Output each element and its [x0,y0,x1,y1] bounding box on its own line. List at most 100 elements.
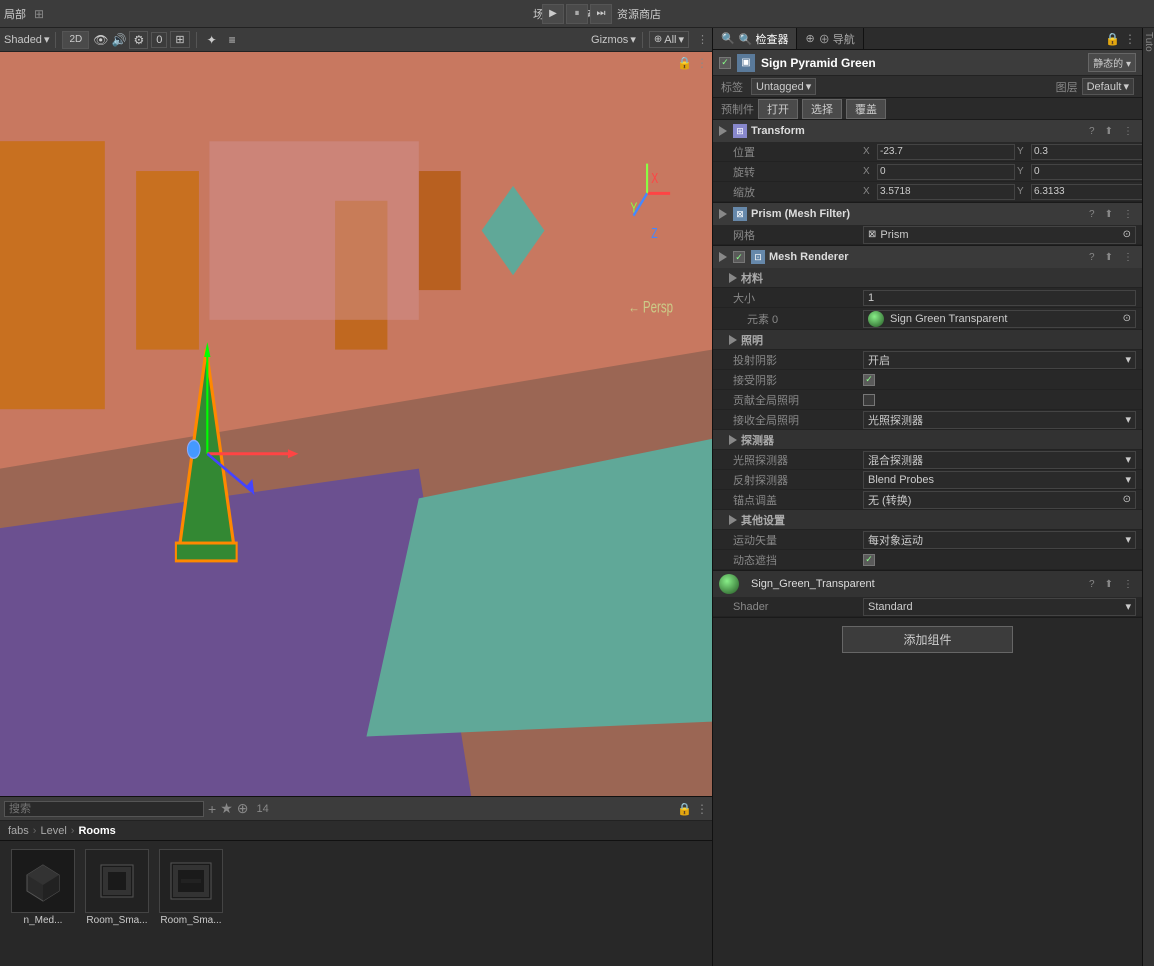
object-header: ▣ Sign Pyramid Green 静态的 ▾ [713,50,1142,76]
inspector-label: 🔍 检查器 [739,31,789,47]
all-dropdown[interactable]: ⊕ All ▾ [649,31,689,48]
gizmos-dropdown[interactable]: Gizmos ▾ [591,33,636,46]
meshrenderer-settings-btn[interactable]: ⬆ [1102,251,1116,264]
layer-dropdown[interactable]: Default ▾ [1082,78,1134,95]
transform-menu-btn[interactable]: ⋮ [1120,125,1136,138]
scale-y-input[interactable] [1031,184,1142,200]
play-button[interactable]: ▶ [542,4,564,24]
mesh-target-icon[interactable]: ⊙ [1123,229,1131,240]
light-probe-dropdown[interactable]: 混合探测器 ▾ [863,451,1136,469]
tab-inspector[interactable]: 🔍 🔍 检查器 [713,28,797,49]
list-item[interactable]: Room_Sma... [82,849,152,926]
pos-y-input[interactable] [1031,144,1142,160]
lock3-icon[interactable]: 🔒 [1105,32,1120,46]
lock2-icon[interactable]: 🔒 [677,802,692,816]
mat-size-input[interactable] [863,290,1136,306]
more-scene-icon[interactable]: ⋮ [696,56,708,70]
receive-gi-label: 接收全局照明 [733,412,863,428]
transform-help-btn[interactable]: ? [1086,125,1098,138]
mesh-dropdown[interactable]: ⊠ Prism ⊙ [863,226,1136,244]
material-target-btn[interactable]: ⊙ [1123,313,1131,324]
shader-row: Shader Standard ▾ [713,597,1142,617]
scale-label: 缩放 [733,184,863,200]
bc-level[interactable]: Level [40,825,66,837]
meshrenderer-header[interactable]: ⊡ Mesh Renderer ? ⬆ ⋮ [713,246,1142,268]
main-layout: Shaded ▾ 2D 👁 🔊 ⚙ 0 ⊞ ✦ ≡ Gizmos ▾ [0,28,1154,966]
meshrenderer-menu-btn[interactable]: ⋮ [1120,251,1136,264]
more2-icon[interactable]: ⋮ [696,802,708,816]
tag-dropdown[interactable]: Untagged ▾ [751,78,816,95]
grid-view-icon[interactable]: ⊞ [170,31,189,48]
rot-y-input[interactable] [1031,164,1142,180]
receive-gi-dropdown[interactable]: 光照探测器 ▾ [863,411,1136,429]
rot-x-input[interactable] [877,164,1015,180]
2d-button[interactable]: 2D [62,31,89,49]
scale-x-input[interactable] [877,184,1015,200]
more3-icon[interactable]: ⋮ [1124,32,1136,46]
scene-view[interactable]: ← Persp X Y Z 🔒 ⋮ [0,52,712,796]
prefab-open-button[interactable]: 打开 [758,99,798,119]
other-subheader[interactable]: 其他设置 [713,510,1142,530]
active-checkbox[interactable] [719,57,731,69]
add-component-button[interactable]: 添加组件 [842,626,1012,653]
fx-icon[interactable]: ⚙ [129,31,148,49]
shader-dropdown[interactable]: Standard ▾ [863,598,1136,616]
meshrenderer-help-btn[interactable]: ? [1086,251,1098,264]
audio-icon[interactable]: 🔊 [112,33,127,47]
material-elem-row: 元素 0 Sign Green Transparent ⊙ [713,308,1142,330]
shaded-dropdown[interactable]: Shaded ▾ [4,33,49,46]
meshrenderer-enabled[interactable] [733,251,745,263]
meshfilter-menu-btn[interactable]: ⋮ [1120,208,1136,221]
anchor-target-btn[interactable]: ⊙ [1123,494,1131,505]
settings-icon[interactable]: ≡ [225,32,240,48]
lighting-subheader[interactable]: 照明 [713,330,1142,350]
motion-vector-dropdown[interactable]: 每对象运动 ▾ [863,531,1136,549]
transform-header[interactable]: ⊞ Transform ? ⬆ ⋮ [713,120,1142,142]
lock-icon[interactable]: 🔒 [677,56,692,70]
transform-icon[interactable]: ✦ [203,32,221,48]
step-button[interactable]: ⏭ [590,4,612,24]
more-icon[interactable]: ⋮ [697,33,708,46]
bc-fabs[interactable]: fabs [8,825,29,837]
eye-icon[interactable]: 👁 [93,33,108,47]
cast-shadow-label: 投射阴影 [733,352,863,368]
star-icon[interactable]: ★ [220,800,233,817]
gizmos-label: Gizmos [591,34,628,46]
meshfilter-header[interactable]: ⊠ Prism (Mesh Filter) ? ⬆ ⋮ [713,203,1142,225]
meshrenderer-cb [733,251,745,263]
contribute-gi-cb[interactable] [863,394,875,406]
material-menu-btn[interactable]: ⋮ [1120,578,1136,591]
receive-shadow-cb[interactable] [863,374,875,386]
pos-y-field: Y [1017,144,1142,160]
svg-text:Z: Z [651,224,658,241]
material-settings-btn[interactable]: ⬆ [1102,578,1116,591]
gizmos-arrow: ▾ [630,33,636,46]
static-dropdown[interactable]: 静态的 ▾ [1088,53,1136,72]
cast-shadow-dropdown[interactable]: 开启 ▾ [863,351,1136,369]
create-icon[interactable]: + [208,801,216,817]
scale-y-field: Y [1017,184,1142,200]
mesh-value-text: ⊠ Prism [868,229,909,241]
list-item[interactable]: Room_Sma... [156,849,226,926]
bookmark-icon[interactable]: ⊕ [237,800,249,817]
tab-navigation[interactable]: ⊕ ⊕ 导航 [797,28,863,49]
pause-button[interactable]: ⏸ [566,4,588,24]
reflection-probe-dropdown[interactable]: Blend Probes ▾ [863,471,1136,489]
prefab-override-button[interactable]: 覆盖 [846,99,886,119]
dynamic-occlusion-cb[interactable] [863,554,875,566]
pos-x-input[interactable] [877,144,1015,160]
material-field[interactable]: Sign Green Transparent ⊙ [863,310,1136,328]
search-input[interactable] [4,801,204,817]
transform-settings-btn[interactable]: ⬆ [1102,125,1116,138]
anchor-dropdown[interactable]: 无 (转换) ⊙ [863,491,1136,509]
bc-rooms[interactable]: Rooms [78,825,115,837]
material-help-btn[interactable]: ? [1086,578,1098,591]
store-tab-label[interactable]: 资源商店 [609,4,669,24]
materials-subheader[interactable]: 材料 [713,268,1142,288]
meshfilter-settings-btn[interactable]: ⬆ [1102,208,1116,221]
list-item[interactable]: n_Med... [8,849,78,926]
counter-icon[interactable]: 0 [151,32,167,48]
probes-subheader[interactable]: 探测器 [713,430,1142,450]
meshfilter-help-btn[interactable]: ? [1086,208,1098,221]
prefab-select-button[interactable]: 选择 [802,99,842,119]
